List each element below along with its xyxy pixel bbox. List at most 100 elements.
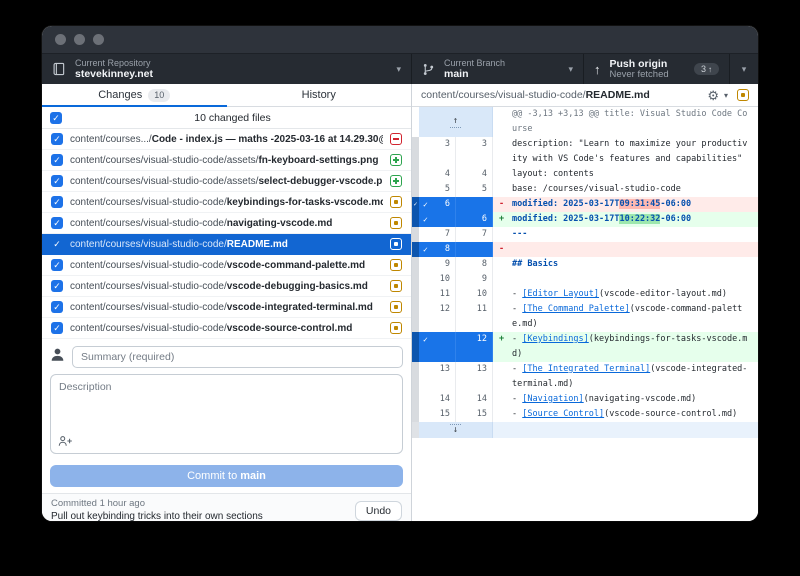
file-checkbox[interactable]: ✓ — [51, 154, 63, 166]
hunk-select-strip[interactable] — [412, 182, 419, 197]
old-line-number[interactable]: 10 — [419, 272, 456, 287]
new-line-number[interactable]: 14 — [456, 392, 493, 407]
summary-input[interactable] — [72, 346, 403, 368]
old-line-number[interactable]: 13 — [419, 362, 456, 377]
hunk-select-strip[interactable]: ✓ — [412, 197, 419, 212]
file-checkbox[interactable]: ✓ — [51, 322, 63, 334]
current-branch-button[interactable]: Current Branch main ▾ — [412, 54, 584, 84]
chevron-down-icon[interactable]: ▾ — [724, 91, 728, 100]
file-row[interactable]: ✓content/courses/visual-studio-code/keyb… — [42, 192, 411, 213]
diff-row[interactable]: ✓8- — [412, 242, 758, 257]
diff-row[interactable]: e.md) — [412, 317, 758, 332]
new-line-number[interactable]: 12 — [456, 332, 493, 347]
select-all-checkbox[interactable]: ✓ — [50, 112, 62, 124]
person-add-icon[interactable] — [58, 434, 73, 452]
old-line-number[interactable]: 15 — [419, 407, 456, 422]
old-line-number[interactable]: ✓ — [419, 212, 456, 227]
tab-changes[interactable]: Changes 10 — [42, 84, 227, 106]
expand-hunk-up-button[interactable]: ↑ — [419, 107, 493, 137]
new-line-number[interactable]: 13 — [456, 362, 493, 377]
diff-row[interactable]: 1211- [The Command Palette](vscode-comma… — [412, 302, 758, 317]
hunk-select-strip[interactable] — [412, 317, 419, 332]
file-checkbox[interactable]: ✓ — [51, 280, 63, 292]
diff-row[interactable]: 109 — [412, 272, 758, 287]
tab-history[interactable]: History — [227, 84, 412, 106]
old-line-number[interactable]: 4 — [419, 167, 456, 182]
hunk-select-strip[interactable] — [412, 407, 419, 422]
old-line-number[interactable]: 11 — [419, 287, 456, 302]
diff-row[interactable]: 1515- [Source Control](vscode-source-con… — [412, 407, 758, 422]
old-line-number[interactable] — [419, 347, 456, 362]
new-line-number[interactable]: 6 — [456, 212, 493, 227]
new-line-number[interactable] — [456, 317, 493, 332]
hunk-select-strip[interactable] — [412, 227, 419, 242]
push-origin-button[interactable]: ↑ Push origin Never fetched 3↑ — [584, 54, 730, 84]
current-repository-button[interactable]: Current Repository stevekinney.net ▾ — [42, 54, 412, 84]
gear-icon[interactable]: ⚙ — [707, 89, 719, 102]
hunk-select-strip[interactable] — [412, 152, 419, 167]
file-row[interactable]: ✓content/courses/visual-studio-code/vsco… — [42, 297, 411, 318]
hunk-select-strip[interactable] — [412, 167, 419, 182]
hunk-select-strip[interactable] — [412, 242, 419, 257]
file-row[interactable]: ✓content/courses/visual-studio-code/asse… — [42, 150, 411, 171]
undo-button[interactable]: Undo — [355, 501, 402, 521]
hunk-select-strip[interactable] — [412, 137, 419, 152]
diff-row[interactable]: ✓✓6-modified: 2025-03-17T09:31:45-06:00 — [412, 197, 758, 212]
new-line-number[interactable] — [456, 197, 493, 212]
new-line-number[interactable] — [456, 242, 493, 257]
commit-button[interactable]: Commit to main — [50, 465, 403, 487]
new-line-number[interactable]: 3 — [456, 137, 493, 152]
hunk-select-strip[interactable] — [412, 362, 419, 377]
hunk-select-strip[interactable] — [412, 272, 419, 287]
new-line-number[interactable] — [456, 377, 493, 392]
diff-row[interactable]: 77--- — [412, 227, 758, 242]
hunk-select-strip[interactable] — [412, 212, 419, 227]
new-line-number[interactable]: 4 — [456, 167, 493, 182]
file-checkbox[interactable]: ✓ — [51, 196, 63, 208]
file-row[interactable]: ✓content/courses/visual-studio-code/vsco… — [42, 255, 411, 276]
diff-row[interactable]: 98## Basics — [412, 257, 758, 272]
diff-row[interactable]: terminal.md) — [412, 377, 758, 392]
diff-row[interactable]: ✓6+modified: 2025-03-17T10:22:32-06:00 — [412, 212, 758, 227]
zoom-window-button[interactable] — [93, 34, 104, 45]
new-line-number[interactable]: 7 — [456, 227, 493, 242]
file-row[interactable]: ✓content/courses/visual-studio-code/vsco… — [42, 318, 411, 339]
new-line-number[interactable]: 15 — [456, 407, 493, 422]
file-checkbox[interactable]: ✓ — [51, 259, 63, 271]
diff-row[interactable]: 1414- [Navigation](navigating-vscode.md) — [412, 392, 758, 407]
diff-row[interactable]: ✓12+- [Keybindings](keybindings-for-task… — [412, 332, 758, 347]
close-window-button[interactable] — [55, 34, 66, 45]
expand-hunk-down-button[interactable]: ↓ — [419, 422, 493, 438]
old-line-number[interactable] — [419, 317, 456, 332]
hunk-select-strip[interactable] — [412, 332, 419, 347]
file-row[interactable]: ✓content/courses/visual-studio-code/READ… — [42, 234, 411, 255]
diff-row[interactable]: d) — [412, 347, 758, 362]
old-line-number[interactable]: 9 — [419, 257, 456, 272]
new-line-number[interactable]: 10 — [456, 287, 493, 302]
minimize-window-button[interactable] — [74, 34, 85, 45]
description-input[interactable] — [50, 374, 403, 454]
new-line-number[interactable]: 9 — [456, 272, 493, 287]
old-line-number[interactable] — [419, 377, 456, 392]
file-row[interactable]: ✓content/courses.../Code - index.js — ma… — [42, 129, 411, 150]
new-line-number[interactable] — [456, 152, 493, 167]
new-line-number[interactable]: 11 — [456, 302, 493, 317]
hunk-select-strip[interactable] — [412, 302, 419, 317]
old-line-number[interactable]: 12 — [419, 302, 456, 317]
file-row[interactable]: ✓content/courses/visual-studio-code/navi… — [42, 213, 411, 234]
old-line-number[interactable]: 14 — [419, 392, 456, 407]
file-checkbox[interactable]: ✓ — [51, 301, 63, 313]
file-checkbox[interactable]: ✓ — [51, 133, 63, 145]
file-row[interactable]: ✓content/courses/visual-studio-code/vsco… — [42, 276, 411, 297]
old-line-number[interactable]: 7 — [419, 227, 456, 242]
new-line-number[interactable]: 5 — [456, 182, 493, 197]
push-options-button[interactable]: ▾ — [730, 54, 758, 84]
old-line-number[interactable]: 3 — [419, 137, 456, 152]
diff-row[interactable]: 44layout: contents — [412, 167, 758, 182]
diff-row[interactable]: 55base: /courses/visual-studio-code — [412, 182, 758, 197]
old-line-number[interactable] — [419, 152, 456, 167]
old-line-number[interactable]: ✓8 — [419, 242, 456, 257]
hunk-select-strip[interactable] — [412, 257, 419, 272]
file-checkbox[interactable]: ✓ — [51, 217, 63, 229]
hunk-select-strip[interactable] — [412, 377, 419, 392]
